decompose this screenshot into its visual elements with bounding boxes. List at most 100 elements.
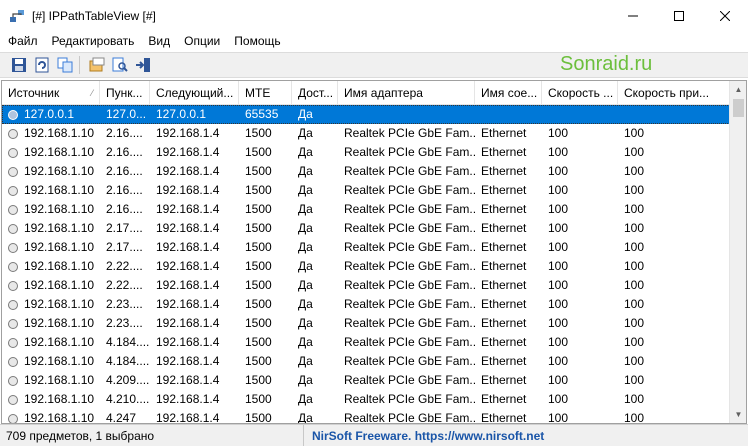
cell-source: 192.168.1.10 — [2, 371, 100, 390]
menu-options[interactable]: Опции — [177, 31, 227, 52]
watermark-text: Sonraid.ru — [560, 53, 653, 75]
menu-file[interactable]: Файл — [0, 31, 45, 52]
cell-receive-speed: 100 — [618, 276, 730, 295]
cell-text: Да — [298, 145, 313, 159]
cell-text: Realtek PCIe GbE Fam... — [344, 126, 475, 140]
route-item-icon — [8, 204, 18, 215]
cell-text: 192.168.1.4 — [156, 259, 220, 273]
column-header-connection-name[interactable]: Имя сое... — [475, 81, 542, 105]
cell-adapter-name: Realtek PCIe GbE Fam... — [338, 124, 475, 143]
table-row[interactable]: 192.168.1.10 2.16.... 192.168.1.4 1500 Да Rea… — [2, 124, 730, 143]
cell-text: 100 — [624, 240, 645, 254]
title-bar: [#] IPPathTableView [#] — [0, 0, 748, 31]
cell-connection-name: Ethernet — [475, 124, 542, 143]
scroll-down-icon[interactable]: ▼ — [730, 406, 746, 423]
maximize-button[interactable] — [656, 0, 702, 31]
column-header-next-hop[interactable]: Следующий... — [150, 81, 239, 105]
cell-reachable: Да — [292, 257, 338, 276]
route-item-icon — [8, 413, 18, 423]
table-row[interactable]: 192.168.1.10 4.209.... 192.168.1.4 1500 Да Re… — [2, 371, 730, 390]
exit-button[interactable] — [132, 55, 153, 76]
table-row[interactable]: 192.168.1.10 2.23.... 192.168.1.4 1500 Да Rea… — [2, 314, 730, 333]
column-header-destination[interactable]: Пунк... — [100, 81, 150, 105]
table-row[interactable]: 192.168.1.10 2.17.... 192.168.1.4 1500 Да Rea… — [2, 238, 730, 257]
cell-speed: 100 — [542, 352, 618, 371]
cell-text: 100 — [548, 221, 569, 235]
cell-mtu: 1500 — [239, 200, 292, 219]
cell-source: 192.168.1.10 — [2, 390, 100, 409]
cell-text: 100 — [624, 316, 645, 330]
cell-text: 2.22.... — [106, 278, 143, 292]
menu-help[interactable]: Помощь — [227, 31, 287, 52]
table-row[interactable]: 192.168.1.10 2.16.... 192.168.1.4 1500 Да Rea… — [2, 181, 730, 200]
cell-destination: 2.23.... — [100, 314, 150, 333]
cell-source: 192.168.1.10 — [2, 238, 100, 257]
cell-text: 192.168.1.4 — [156, 202, 220, 216]
cell-text: 1500 — [245, 316, 272, 330]
cell-next-hop: 192.168.1.4 — [150, 238, 239, 257]
cell-text: 192.168.1.10 — [24, 259, 95, 273]
cell-mtu: 1500 — [239, 162, 292, 181]
table-row[interactable]: 192.168.1.10 2.16.... 192.168.1.4 1500 Да Rea… — [2, 200, 730, 219]
column-header-mtu[interactable]: MTE — [239, 81, 292, 105]
cell-speed: 100 — [542, 238, 618, 257]
cell-text: 100 — [624, 354, 645, 368]
cell-speed: 100 — [542, 124, 618, 143]
item-count-status: 709 предметов, 1 выбрано — [0, 424, 304, 446]
cell-receive-speed: 100 — [618, 200, 730, 219]
vertical-scrollbar[interactable]: ▲ ▼ — [729, 81, 746, 423]
route-item-icon — [8, 109, 18, 120]
table-row[interactable]: 127.0.0.1 127.0... 127.0.0.1 65535 Да — [2, 105, 730, 124]
cell-adapter-name: Realtek PCIe GbE Fam... — [338, 238, 475, 257]
find-button[interactable] — [109, 55, 130, 76]
table-row[interactable]: 192.168.1.10 4.247 192.168.1.4 1500 Да Realte… — [2, 409, 730, 424]
cell-receive-speed: 100 — [618, 219, 730, 238]
cell-text: 192.168.1.10 — [24, 126, 95, 140]
cell-source: 192.168.1.10 — [2, 352, 100, 371]
cell-text: 100 — [624, 202, 645, 216]
cell-receive-speed: 100 — [618, 257, 730, 276]
cell-text: 2.17.... — [106, 221, 143, 235]
properties-button[interactable] — [86, 55, 107, 76]
cell-text: 192.168.1.4 — [156, 126, 220, 140]
scrollbar-thumb[interactable] — [733, 99, 744, 117]
cell-text: 1500 — [245, 373, 272, 387]
nirsoft-link[interactable]: NirSoft Freeware. https://www.nirsoft.ne… — [304, 425, 544, 446]
cell-speed: 100 — [542, 409, 618, 423]
menu-edit[interactable]: Редактировать — [45, 31, 142, 52]
column-header-adapter-name[interactable]: Имя адаптера — [338, 81, 475, 105]
table-row[interactable]: 192.168.1.10 4.184.... 192.168.1.4 1500 Да Re… — [2, 352, 730, 371]
cell-text: Да — [298, 126, 313, 140]
cell-next-hop: 192.168.1.4 — [150, 333, 239, 352]
minimize-button[interactable] — [610, 0, 656, 31]
cell-text: Realtek PCIe GbE Fam... — [344, 145, 475, 159]
close-button[interactable] — [702, 0, 748, 31]
column-header-source[interactable]: Источник ⁄ — [2, 81, 100, 105]
table-row[interactable]: 192.168.1.10 2.16.... 192.168.1.4 1500 Да Rea… — [2, 143, 730, 162]
cell-text: 192.168.1.10 — [24, 202, 95, 216]
cell-text: Да — [298, 392, 313, 406]
cell-text: 100 — [624, 411, 645, 424]
table-row[interactable]: 192.168.1.10 4.184.... 192.168.1.4 1500 Да Re… — [2, 333, 730, 352]
column-header-receive-speed[interactable]: Скорость при... — [618, 81, 730, 105]
cell-adapter-name: Realtek PCIe GbE Fam... — [338, 257, 475, 276]
table-row[interactable]: 192.168.1.10 2.23.... 192.168.1.4 1500 Да Rea… — [2, 295, 730, 314]
close-icon — [720, 10, 730, 21]
table-row[interactable]: 192.168.1.10 4.210.... 192.168.1.4 1500 Да Re… — [2, 390, 730, 409]
column-header-speed[interactable]: Скорость ... — [542, 81, 618, 105]
cell-text: 192.168.1.4 — [156, 335, 220, 349]
menu-view[interactable]: Вид — [141, 31, 177, 52]
copy-button[interactable] — [54, 55, 75, 76]
column-header-reachable[interactable]: Дост... — [292, 81, 338, 105]
scroll-up-icon[interactable]: ▲ — [730, 81, 746, 98]
cell-text: 1500 — [245, 183, 272, 197]
cell-text: 192.168.1.10 — [24, 335, 95, 349]
table-row[interactable]: 192.168.1.10 2.16.... 192.168.1.4 1500 Да Rea… — [2, 162, 730, 181]
table-row[interactable]: 192.168.1.10 2.22.... 192.168.1.4 1500 Да Rea… — [2, 276, 730, 295]
refresh-button[interactable] — [31, 55, 52, 76]
save-button[interactable] — [8, 55, 29, 76]
ip-path-table[interactable]: Источник ⁄ Пунк... Следующий... MTE Дост.… — [1, 80, 747, 424]
table-row[interactable]: 192.168.1.10 2.17.... 192.168.1.4 1500 Да Rea… — [2, 219, 730, 238]
table-row[interactable]: 192.168.1.10 2.22.... 192.168.1.4 1500 Да Rea… — [2, 257, 730, 276]
copy-icon — [57, 57, 72, 73]
